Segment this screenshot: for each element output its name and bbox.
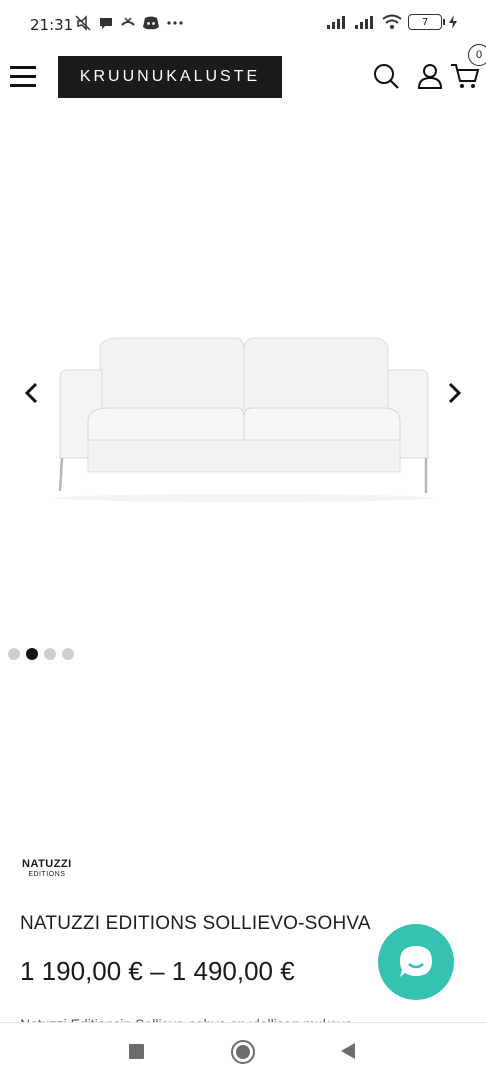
status-bar: 21:31 7 bbox=[0, 0, 486, 52]
chat-button[interactable] bbox=[378, 924, 454, 1000]
battery-icon: 7 bbox=[408, 14, 445, 30]
hamburger-icon-bar bbox=[10, 66, 36, 69]
brand-logo[interactable]: NATUZZI EDITIONS bbox=[22, 858, 72, 878]
chevron-right-icon bbox=[448, 382, 462, 404]
gallery-pagination bbox=[8, 648, 74, 660]
chat-icon bbox=[400, 946, 432, 977]
gallery-dot-4[interactable] bbox=[62, 648, 74, 660]
menu-button[interactable] bbox=[10, 66, 36, 88]
product-price: 1 190,00 € – 1 490,00 € bbox=[20, 956, 295, 986]
missed-call-icon bbox=[121, 17, 135, 26]
prev-slide-button[interactable] bbox=[16, 378, 46, 408]
system-nav-bar bbox=[0, 1022, 486, 1080]
site-logo[interactable]: KRUUNUKALUSTE bbox=[58, 56, 282, 98]
cart-icon[interactable] bbox=[450, 62, 480, 90]
search-icon[interactable] bbox=[372, 62, 400, 90]
gallery-dot-1[interactable] bbox=[8, 648, 20, 660]
product-title: NATUZZI EDITIONS SOLLIEVO-SOHVA bbox=[20, 913, 371, 934]
cart-count-badge: 0 bbox=[468, 44, 486, 66]
back-button[interactable] bbox=[340, 1042, 356, 1060]
product-image bbox=[54, 337, 434, 502]
more-notifications-icon bbox=[167, 21, 183, 25]
next-slide-button[interactable] bbox=[440, 378, 470, 408]
mute-icon bbox=[75, 15, 91, 31]
gallery-dot-2[interactable] bbox=[26, 648, 38, 660]
charging-icon bbox=[449, 15, 457, 29]
discord-icon bbox=[143, 16, 159, 30]
recents-button[interactable] bbox=[129, 1044, 144, 1059]
gallery-dot-3[interactable] bbox=[44, 648, 56, 660]
product-gallery[interactable] bbox=[0, 120, 486, 640]
chevron-left-icon bbox=[24, 382, 38, 404]
status-time: 21:31 bbox=[30, 16, 74, 34]
chat-bubble-icon bbox=[100, 18, 112, 29]
account-icon[interactable] bbox=[416, 62, 444, 90]
home-button[interactable] bbox=[231, 1040, 255, 1064]
signal-icon-2 bbox=[355, 16, 373, 29]
wifi-icon bbox=[382, 14, 402, 29]
signal-icon bbox=[327, 16, 345, 29]
site-header: KRUUNUKALUSTE bbox=[0, 52, 486, 104]
